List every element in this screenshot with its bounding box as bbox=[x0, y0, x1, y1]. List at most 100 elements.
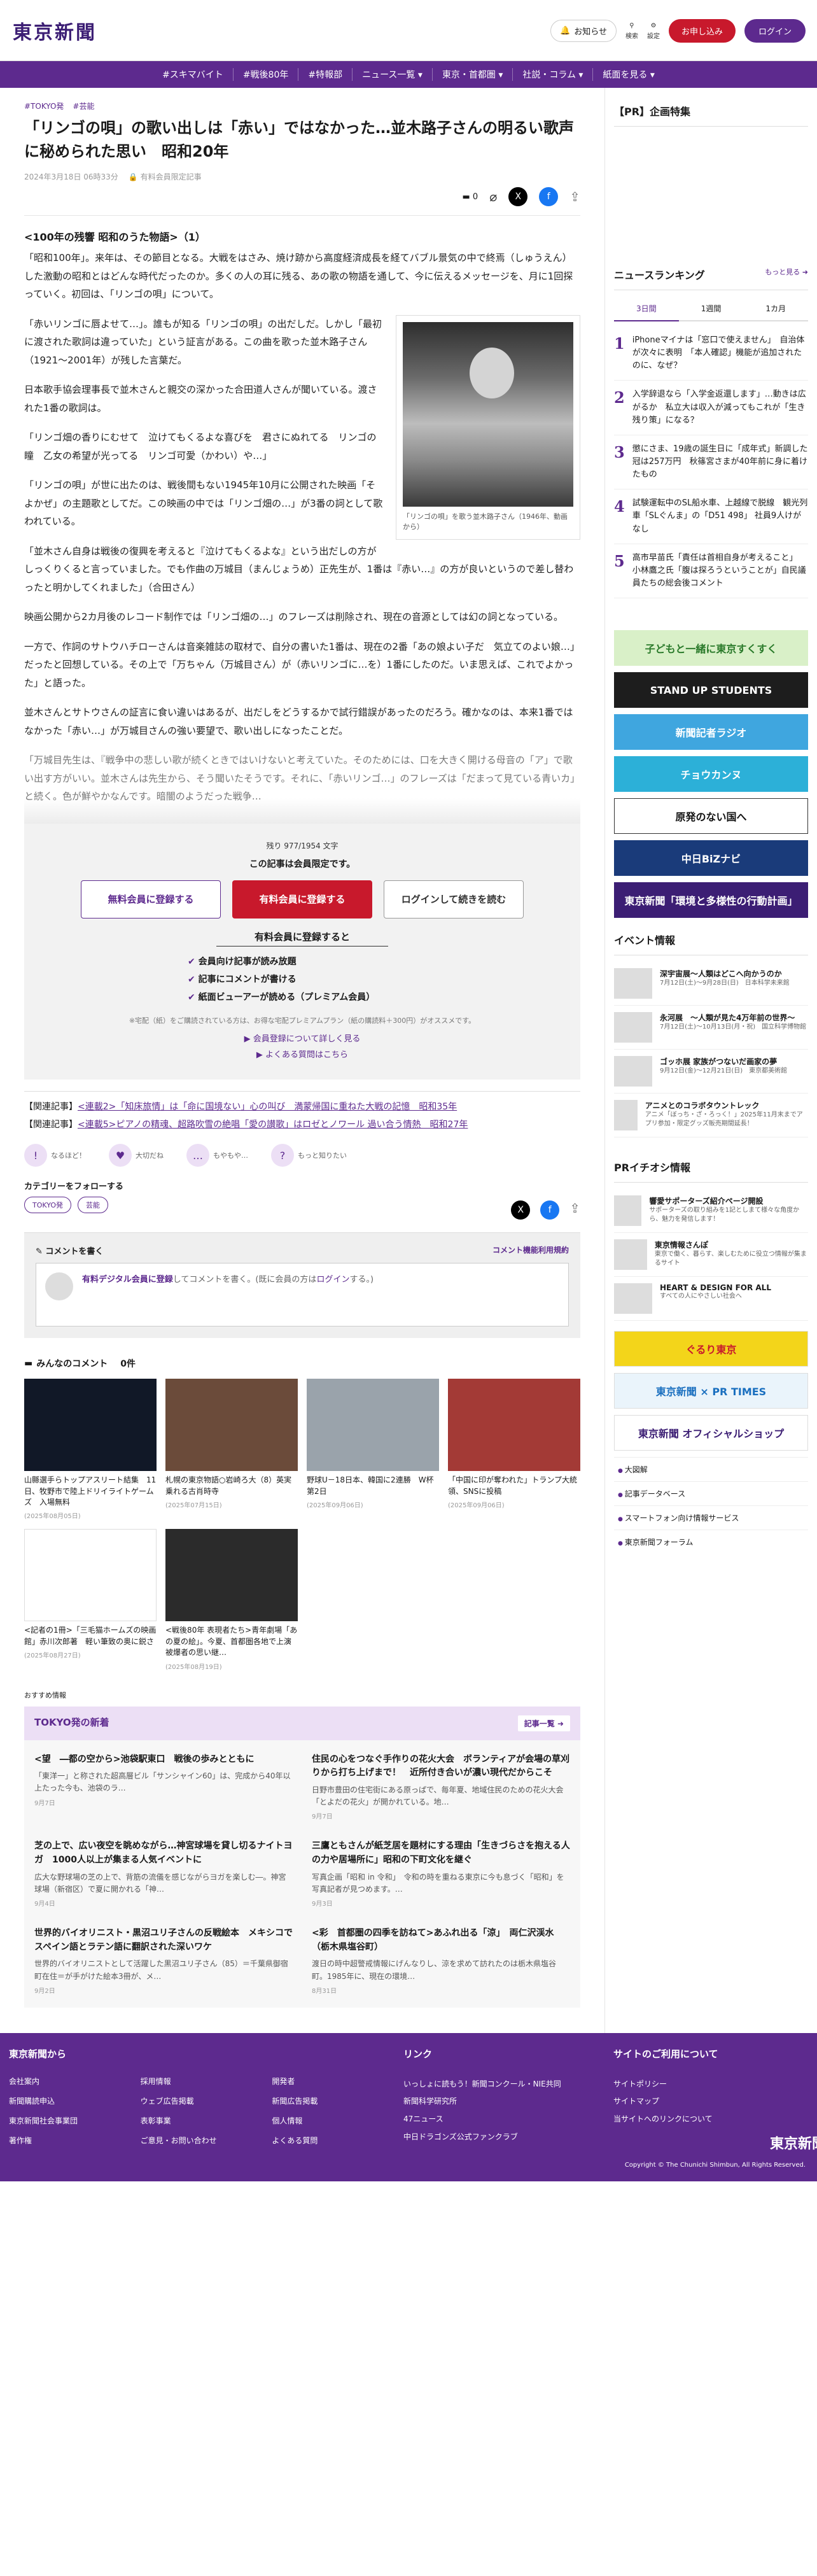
membership-info-link[interactable]: ▶ 会員登録について詳しく見る bbox=[244, 1034, 361, 1044]
news-card[interactable]: 「中国に印が奪われた」トランプ大統領、SNSに投稿 (2025年09月06日) bbox=[448, 1379, 580, 1520]
pr-event-item[interactable]: 東京情報さんぽ 東京で働く、暮らす、楽しむために役立つ情報が集まるサイト bbox=[614, 1233, 808, 1277]
tag-link[interactable]: #TOKYO発 bbox=[24, 101, 64, 111]
promo-banner[interactable]: 東京新聞 オフィシャルショップ bbox=[614, 1415, 808, 1451]
news-card[interactable]: <戦後80年 表現者たち>青年劇場「あの夏の絵」。今夏、首都圏各地で上演 被爆者… bbox=[165, 1529, 299, 1671]
footer-link[interactable]: 開発者 bbox=[272, 2076, 403, 2087]
news-item[interactable]: <望 ―都の空から>池袋駅東口 戦後の歩みとともに 「東洋一」と称された超高層ビル… bbox=[34, 1753, 293, 1821]
nav-item[interactable]: 東京・首都圏 ▾ bbox=[433, 68, 513, 81]
settings-button[interactable]: ⚙ 設定 bbox=[647, 22, 660, 40]
pr-event-item[interactable]: HEART & DESIGN FOR ALL すべての人にやさしい社会へ bbox=[614, 1277, 808, 1321]
news-item[interactable]: 世界的バイオリニスト・黒沼ユリ子さんの反戦絵本 メキシコでスペイン語とラテン語に… bbox=[34, 1927, 293, 1995]
subscribe-button[interactable]: お申し込み bbox=[668, 19, 736, 43]
news-item[interactable]: 住民の心をつなぐ手作りの花火大会 ボランティアが会場の草刈りから打ち上げまで！ … bbox=[312, 1753, 570, 1821]
digital-register-link[interactable]: 有料デジタル会員に登録 bbox=[82, 1275, 173, 1284]
news-card[interactable]: 山縣選手らトップアスリート結集 11日、牧野市で陸上ドリイライトゲームズ 入場無… bbox=[24, 1379, 157, 1520]
event-item[interactable]: 永河展 〜人類が見た4万年前の世界〜 7月12日(土)〜10月13日(月・祝) 国… bbox=[614, 1006, 808, 1050]
news-item[interactable]: 三鷹ともさんが紙芝居を題材にする理由「生きづらさを抱える人の力や居場所に」昭和の… bbox=[312, 1840, 570, 1908]
ranking-item[interactable]: 1 iPhoneマイナは「窓口で使えません」 自治体が次々に表明 「本人確認」機能… bbox=[614, 327, 808, 381]
ranking-item[interactable]: 4 試験運転中のSL船水車、上越線で脱線 観光列車「SLぐんま」の「D51 498… bbox=[614, 489, 808, 544]
footer-link[interactable]: 中日ドラゴンズ公式ファンクラブ bbox=[403, 2129, 613, 2146]
share-icon[interactable]: ⇪ bbox=[569, 1200, 580, 1220]
ranking-more[interactable]: もっと見る ➜ bbox=[765, 267, 808, 282]
follow-tag[interactable]: 芸能 bbox=[77, 1197, 108, 1214]
comment-policy-link[interactable]: コメント機能利用規約 bbox=[492, 1244, 569, 1256]
ranking-item[interactable]: 5 高市早苗氏「責任は首相自身が考えること」 小林鷹之氏「腹は探ろうということが」… bbox=[614, 544, 808, 599]
footer-link[interactable]: ご意見・お問い合わせ bbox=[141, 2135, 272, 2146]
pr-event-item[interactable]: 響愛サポーターズ紹介ページ開設 サポーターズの取り組みを1記としまて様々な角度から… bbox=[614, 1189, 808, 1234]
sidebar-banner[interactable]: STAND UP STUDENTS bbox=[614, 672, 808, 708]
footer-link[interactable]: 会社案内 bbox=[9, 2076, 141, 2087]
sidebar-banner[interactable]: 子どもと一緒に東京すくすく bbox=[614, 630, 808, 666]
event-item[interactable]: 深宇宙展〜人類はどこへ向かうのか 7月12日(土)〜9月28日(日) 日本科学未来… bbox=[614, 962, 808, 1006]
sidebar-banner[interactable]: チョウカンヌ bbox=[614, 756, 808, 792]
nav-item[interactable]: 社説・コラム ▾ bbox=[513, 68, 594, 81]
tab-3days[interactable]: 3日間 bbox=[614, 297, 679, 321]
paid-register-button[interactable]: 有料会員に登録する bbox=[232, 880, 372, 918]
x-share-icon[interactable]: X bbox=[508, 187, 528, 207]
news-item[interactable]: 芝の上で、広い夜空を眺めながら…神宮球場を貸し切るナイトヨガ 1000人以上が集… bbox=[34, 1840, 293, 1908]
footer-link[interactable]: いっしょに読もう！新聞コンクール・NIE共同 bbox=[403, 2076, 613, 2094]
footer-link[interactable]: 新聞購読申込 bbox=[9, 2095, 141, 2106]
tokyo-news-more[interactable]: 記事一覧 ➜ bbox=[517, 1715, 570, 1731]
footer-link[interactable]: 採用情報 bbox=[141, 2076, 272, 2087]
footer-link[interactable]: 新聞広告掲載 bbox=[272, 2095, 403, 2106]
reaction-moyamoya[interactable]: … もやもや… bbox=[186, 1144, 248, 1167]
sidebar-link[interactable]: スマートフォン向け情報サービス bbox=[614, 1505, 808, 1530]
promo-banner[interactable]: ぐるり東京 bbox=[614, 1331, 808, 1367]
comment-login-link[interactable]: ログイン bbox=[316, 1275, 349, 1284]
reaction-motto[interactable]: ? もっと知りたい bbox=[271, 1144, 347, 1167]
news-item[interactable]: <彩 首都圏の四季を訪ねて>あふれ出る「涼」 両仁沢渓水（栃木県塩谷町） 渡日の時… bbox=[312, 1927, 570, 1995]
sidebar-link[interactable]: 記事データベース bbox=[614, 1481, 808, 1505]
footer-link[interactable]: ウェブ広告掲載 bbox=[141, 2095, 272, 2106]
footer-link[interactable]: サイトポリシー bbox=[613, 2076, 817, 2094]
facebook-share-icon[interactable]: f bbox=[540, 1200, 560, 1220]
reaction-naruhodo[interactable]: ! なるほど！ bbox=[24, 1144, 86, 1167]
ranking-item[interactable]: 2 入学辞退なら「入学金返還します」…動きは広がるか 私立大は収入が減ってもこれが… bbox=[614, 381, 808, 435]
follow-tag[interactable]: TOKYO発 bbox=[24, 1197, 71, 1214]
nav-item[interactable]: ニュース一覧 ▾ bbox=[353, 68, 433, 81]
ranking-item[interactable]: 3 懲にさま、19歳の誕生日に「成年式」新調した冠は257万円 秋篠宮さまが40年… bbox=[614, 435, 808, 490]
sidebar-banner[interactable]: 東京新聞「環境と多様性の行動計画」 bbox=[614, 882, 808, 918]
footer-link[interactable]: 当サイトへのリンクについて bbox=[613, 2111, 817, 2129]
related-link[interactable]: <連載5>ピアノの精魂、超路吹雪の絶唱「愛の讃歌」はロゼとノワール 過い合う情熱… bbox=[78, 1120, 468, 1130]
news-card[interactable]: <記者の1冊>「三毛猫ホームズの映画館」赤川次郎著 軽い筆致の奥に鋭さ (2025… bbox=[24, 1529, 157, 1670]
comment-input[interactable]: 有料デジタル会員に登録してコメントを書く。(既に会員の方はログインする。) bbox=[36, 1263, 569, 1327]
facebook-share-icon[interactable]: f bbox=[539, 187, 559, 207]
notification-button[interactable]: 🔔 お知らせ bbox=[550, 20, 617, 42]
tab-1month[interactable]: 1カ月 bbox=[743, 297, 809, 321]
tag-link[interactable]: #芸能 bbox=[73, 101, 94, 111]
nav-item[interactable]: #スキマバイト bbox=[153, 68, 234, 81]
reaction-taisetsu[interactable]: ♥ 大切だね bbox=[109, 1144, 164, 1167]
sidebar-banner[interactable]: 原発のない国へ bbox=[614, 798, 808, 834]
footer-link[interactable]: 表彰事業 bbox=[141, 2115, 272, 2126]
nav-item[interactable]: 紙面を見る ▾ bbox=[593, 68, 664, 81]
footer-link[interactable]: 個人情報 bbox=[272, 2115, 403, 2126]
promo-banner[interactable]: 東京新聞 × PR TIMES bbox=[614, 1373, 808, 1409]
related-link[interactable]: <連載2>「知床旅情」は「命に国境ない」心の叫び 満蒙帰国に重ねた大戦の記憶 昭… bbox=[78, 1102, 457, 1112]
share-icon[interactable]: ⇪ bbox=[569, 189, 580, 204]
footer-link[interactable]: 47ニュース bbox=[403, 2111, 613, 2129]
comment-count[interactable]: ▬ 0 bbox=[462, 192, 478, 202]
login-continue-button[interactable]: ログインして続きを読む bbox=[384, 880, 524, 918]
free-register-button[interactable]: 無料会員に登録する bbox=[81, 880, 221, 918]
footer-link[interactable]: 著作権 bbox=[9, 2135, 141, 2146]
footer-link[interactable]: 新聞科学研究所 bbox=[403, 2093, 613, 2111]
search-button[interactable]: ⚲ 検索 bbox=[625, 22, 638, 40]
login-button[interactable]: ログイン bbox=[744, 19, 806, 43]
nav-item[interactable]: #戦後80年 bbox=[234, 68, 299, 81]
news-card[interactable]: 札幌の東京物語○岩崎ろ大（8）英実乗れる古肖時寺 (2025年07月15日) bbox=[165, 1379, 298, 1520]
news-card[interactable]: 野球U－18日本、韓国に2連勝 W杯第2日 (2025年09月06日) bbox=[307, 1379, 439, 1520]
footer-link[interactable]: 東京新聞社会事業団 bbox=[9, 2115, 141, 2126]
x-share-icon[interactable]: X bbox=[511, 1200, 531, 1220]
footer-link[interactable]: よくある質問 bbox=[272, 2135, 403, 2146]
sidebar-banner[interactable]: 中日BiZナビ bbox=[614, 840, 808, 876]
footer-logo[interactable]: 東京新聞 bbox=[613, 2132, 817, 2153]
site-logo[interactable]: 東京新聞 bbox=[13, 17, 97, 45]
tab-1week[interactable]: 1週間 bbox=[678, 297, 744, 321]
nav-item[interactable]: #特報部 bbox=[298, 68, 353, 81]
event-item[interactable]: ゴッホ展 家族がつないだ画家の夢 9月12日(金)〜12月21日(日) 東京都美術… bbox=[614, 1050, 808, 1094]
clip-icon[interactable]: ⌀ bbox=[489, 189, 497, 204]
faq-link[interactable]: ▶ よくある質問はこちら bbox=[256, 1050, 348, 1060]
sidebar-link[interactable]: 東京新聞フォーラム bbox=[614, 1530, 808, 1554]
footer-link[interactable]: サイトマップ bbox=[613, 2093, 817, 2111]
